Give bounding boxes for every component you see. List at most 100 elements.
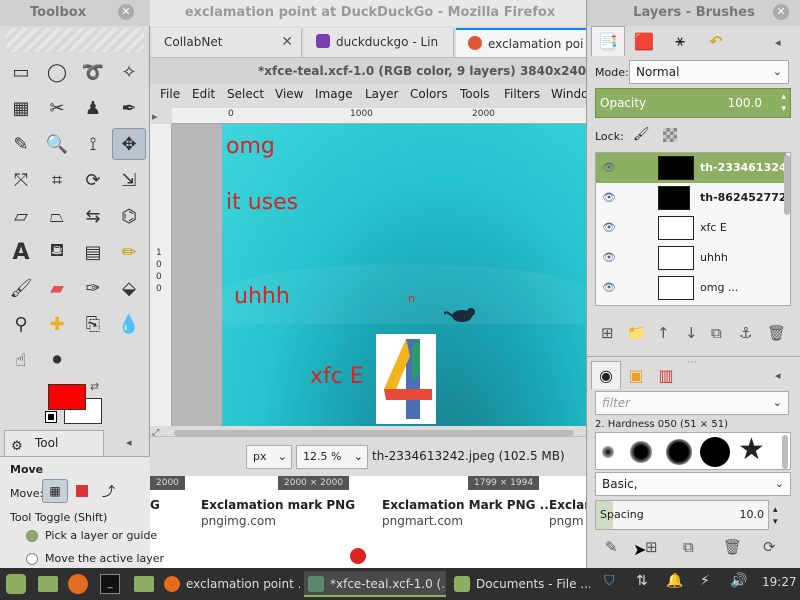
brush-filter-input[interactable]: filter ⌄ (595, 391, 789, 415)
menu-select[interactable]: Select (227, 87, 264, 101)
layer-row[interactable]: 👁 uhhh (596, 243, 786, 273)
result-title[interactable]: Exclamation Mark PNG ... (382, 498, 553, 512)
align-icon[interactable]: ⤧ (4, 164, 38, 196)
move-tool-icon[interactable]: ✥ (112, 128, 146, 160)
dodge-burn-icon[interactable]: ⚫ (40, 344, 74, 376)
rect-select-icon[interactable]: ▭ (4, 56, 38, 88)
smudge-icon[interactable]: ☝ (4, 344, 38, 376)
star-brush-icon[interactable]: ★ (738, 433, 765, 467)
menu-layer[interactable]: Layer (365, 87, 398, 101)
ink-icon[interactable]: ⬙ (112, 272, 146, 304)
duplicate-brush-icon[interactable]: ⧉ (683, 538, 694, 556)
terminal-launcher-icon[interactable]: _ (100, 574, 120, 594)
eye-icon[interactable]: 👁 (602, 161, 616, 174)
menu-tools[interactable]: Tools (460, 87, 490, 101)
tab-menu-icon[interactable]: ◂ (775, 36, 781, 49)
new-brush-icon[interactable]: ⊞ (645, 538, 658, 556)
swap-colors-icon[interactable]: ⇄ (90, 380, 99, 393)
brush-swatch[interactable] (700, 437, 730, 467)
foreground-select-icon[interactable]: ♟ (76, 92, 110, 124)
menu-colors[interactable]: Colors (410, 87, 448, 101)
spacing-slider[interactable]: Spacing 10.0 (595, 500, 769, 530)
tab-brushes[interactable]: ◉ (591, 361, 621, 389)
heal-icon[interactable]: ✚ (40, 308, 74, 340)
quickmask-icon[interactable]: ▸ (152, 110, 168, 124)
volume-icon[interactable]: 🔊 (730, 573, 747, 589)
perspective-clone-icon[interactable]: ⎘ (76, 308, 110, 340)
spin-arrows-icon[interactable]: ▴ ▾ (773, 504, 778, 528)
zoom-select[interactable]: 12.5 % ⌄ (296, 445, 368, 469)
foreground-color-swatch[interactable] (48, 384, 86, 410)
new-group-icon[interactable]: 📁 (627, 324, 646, 342)
canvas-text-xfc-e[interactable]: xfc E (310, 364, 364, 389)
menu-filters[interactable]: Filters (504, 87, 540, 101)
canvas-text-uhhh[interactable]: uhhh (234, 284, 290, 309)
move-path-button[interactable]: ⤴ (102, 481, 115, 500)
zoom-icon[interactable]: 🔍 (40, 128, 74, 160)
layer-row[interactable]: 👁 th-2334613242.jp (596, 153, 790, 183)
eye-icon[interactable]: 👁 (602, 221, 616, 234)
layers-scrollbar[interactable] (784, 155, 790, 215)
eye-icon[interactable]: 👁 (602, 251, 616, 264)
canvas-text-it-uses[interactable]: it uses (226, 190, 298, 215)
tab-menu-icon[interactable]: ◂ (775, 369, 781, 382)
close-icon[interactable]: ✕ (773, 4, 789, 20)
layer-image-four[interactable] (376, 334, 436, 424)
text-tool-icon[interactable]: A (4, 236, 38, 268)
close-icon[interactable]: ✕ (118, 4, 134, 20)
menu-file[interactable]: File (160, 87, 180, 101)
lower-layer-icon[interactable]: ↓ (685, 324, 698, 342)
opacity-slider[interactable]: Opacity 100.0 ▴ ▾ (595, 88, 791, 118)
tab-undo[interactable]: ↶ (699, 26, 733, 56)
blur-icon[interactable]: 💧 (112, 308, 146, 340)
clock[interactable]: 19:27 (762, 575, 797, 589)
cage-transform-icon[interactable]: ⌬ (112, 200, 146, 232)
free-select-icon[interactable]: ➰ (76, 56, 110, 88)
menu-windows[interactable]: Windo (551, 87, 589, 101)
taskbar-item-gimp[interactable]: *xfce-teal.xcf-1.0 (... (304, 571, 446, 597)
canvas-text-omg[interactable]: omg (226, 134, 275, 159)
brush-swatch[interactable] (666, 439, 692, 465)
brush-swatch[interactable] (602, 446, 614, 458)
gradient-icon[interactable]: ▤ (76, 236, 110, 268)
scissors-icon[interactable]: ✂ (40, 92, 74, 124)
result-title[interactable]: G (150, 498, 160, 512)
brush-scrollbar[interactable] (782, 435, 788, 469)
paths-icon[interactable]: ✒ (112, 92, 146, 124)
taskbar-item-firefox[interactable]: exclamation point ... (160, 571, 300, 597)
unit-select[interactable]: px ⌄ (246, 445, 292, 469)
measure-icon[interactable]: ⟟ (76, 128, 110, 160)
close-icon[interactable]: ✕ (281, 28, 293, 57)
result-title[interactable]: Exclar (549, 498, 590, 512)
show-desktop-icon[interactable] (38, 576, 58, 592)
delete-brush-icon[interactable]: 🗑 (723, 538, 742, 556)
tab-duckduckgo[interactable]: duckduckgo - Lin (304, 28, 454, 57)
network-icon[interactable]: ⇅ (636, 573, 648, 589)
tab-menu-icon[interactable]: ◂ (126, 436, 132, 449)
pane-handle[interactable]: ⋯ (687, 357, 697, 368)
tab-collabnet[interactable]: CollabNet ✕ (152, 28, 302, 57)
power-icon[interactable]: ⚡ (700, 573, 710, 589)
eye-icon[interactable]: 👁 (602, 191, 616, 204)
eye-icon[interactable]: 👁 (602, 281, 616, 294)
airbrush-icon[interactable]: ✑ (76, 272, 110, 304)
rotate-icon[interactable]: ⟳ (76, 164, 110, 196)
brush-swatch[interactable] (630, 441, 652, 463)
select-by-color-icon[interactable]: ▦ (4, 92, 38, 124)
navigate-icon[interactable]: ⤢ (152, 428, 170, 438)
move-selection-button[interactable] (76, 485, 88, 497)
edit-brush-icon[interactable]: ✎ (605, 538, 618, 556)
radio-move-active[interactable] (26, 553, 38, 565)
tab-exclamation[interactable]: exclamation poi (456, 28, 590, 57)
ellipse-select-icon[interactable]: ◯ (40, 56, 74, 88)
default-colors-icon[interactable] (45, 411, 57, 423)
layer-row[interactable]: 👁 th-862452772.jp (596, 183, 790, 213)
anchor-layer-icon[interactable]: ⚓ (739, 324, 752, 342)
lock-alpha-icon[interactable] (663, 128, 677, 142)
move-layer-button[interactable]: ▦ (42, 479, 68, 503)
image-canvas[interactable]: omg it uses uhhh n xfc E (222, 124, 590, 426)
clone-icon[interactable]: ⚲ (4, 308, 38, 340)
delete-layer-icon[interactable]: 🗑 (767, 324, 786, 342)
radio-pick-layer[interactable] (26, 530, 38, 542)
shield-icon[interactable]: ⛉ (604, 573, 615, 589)
